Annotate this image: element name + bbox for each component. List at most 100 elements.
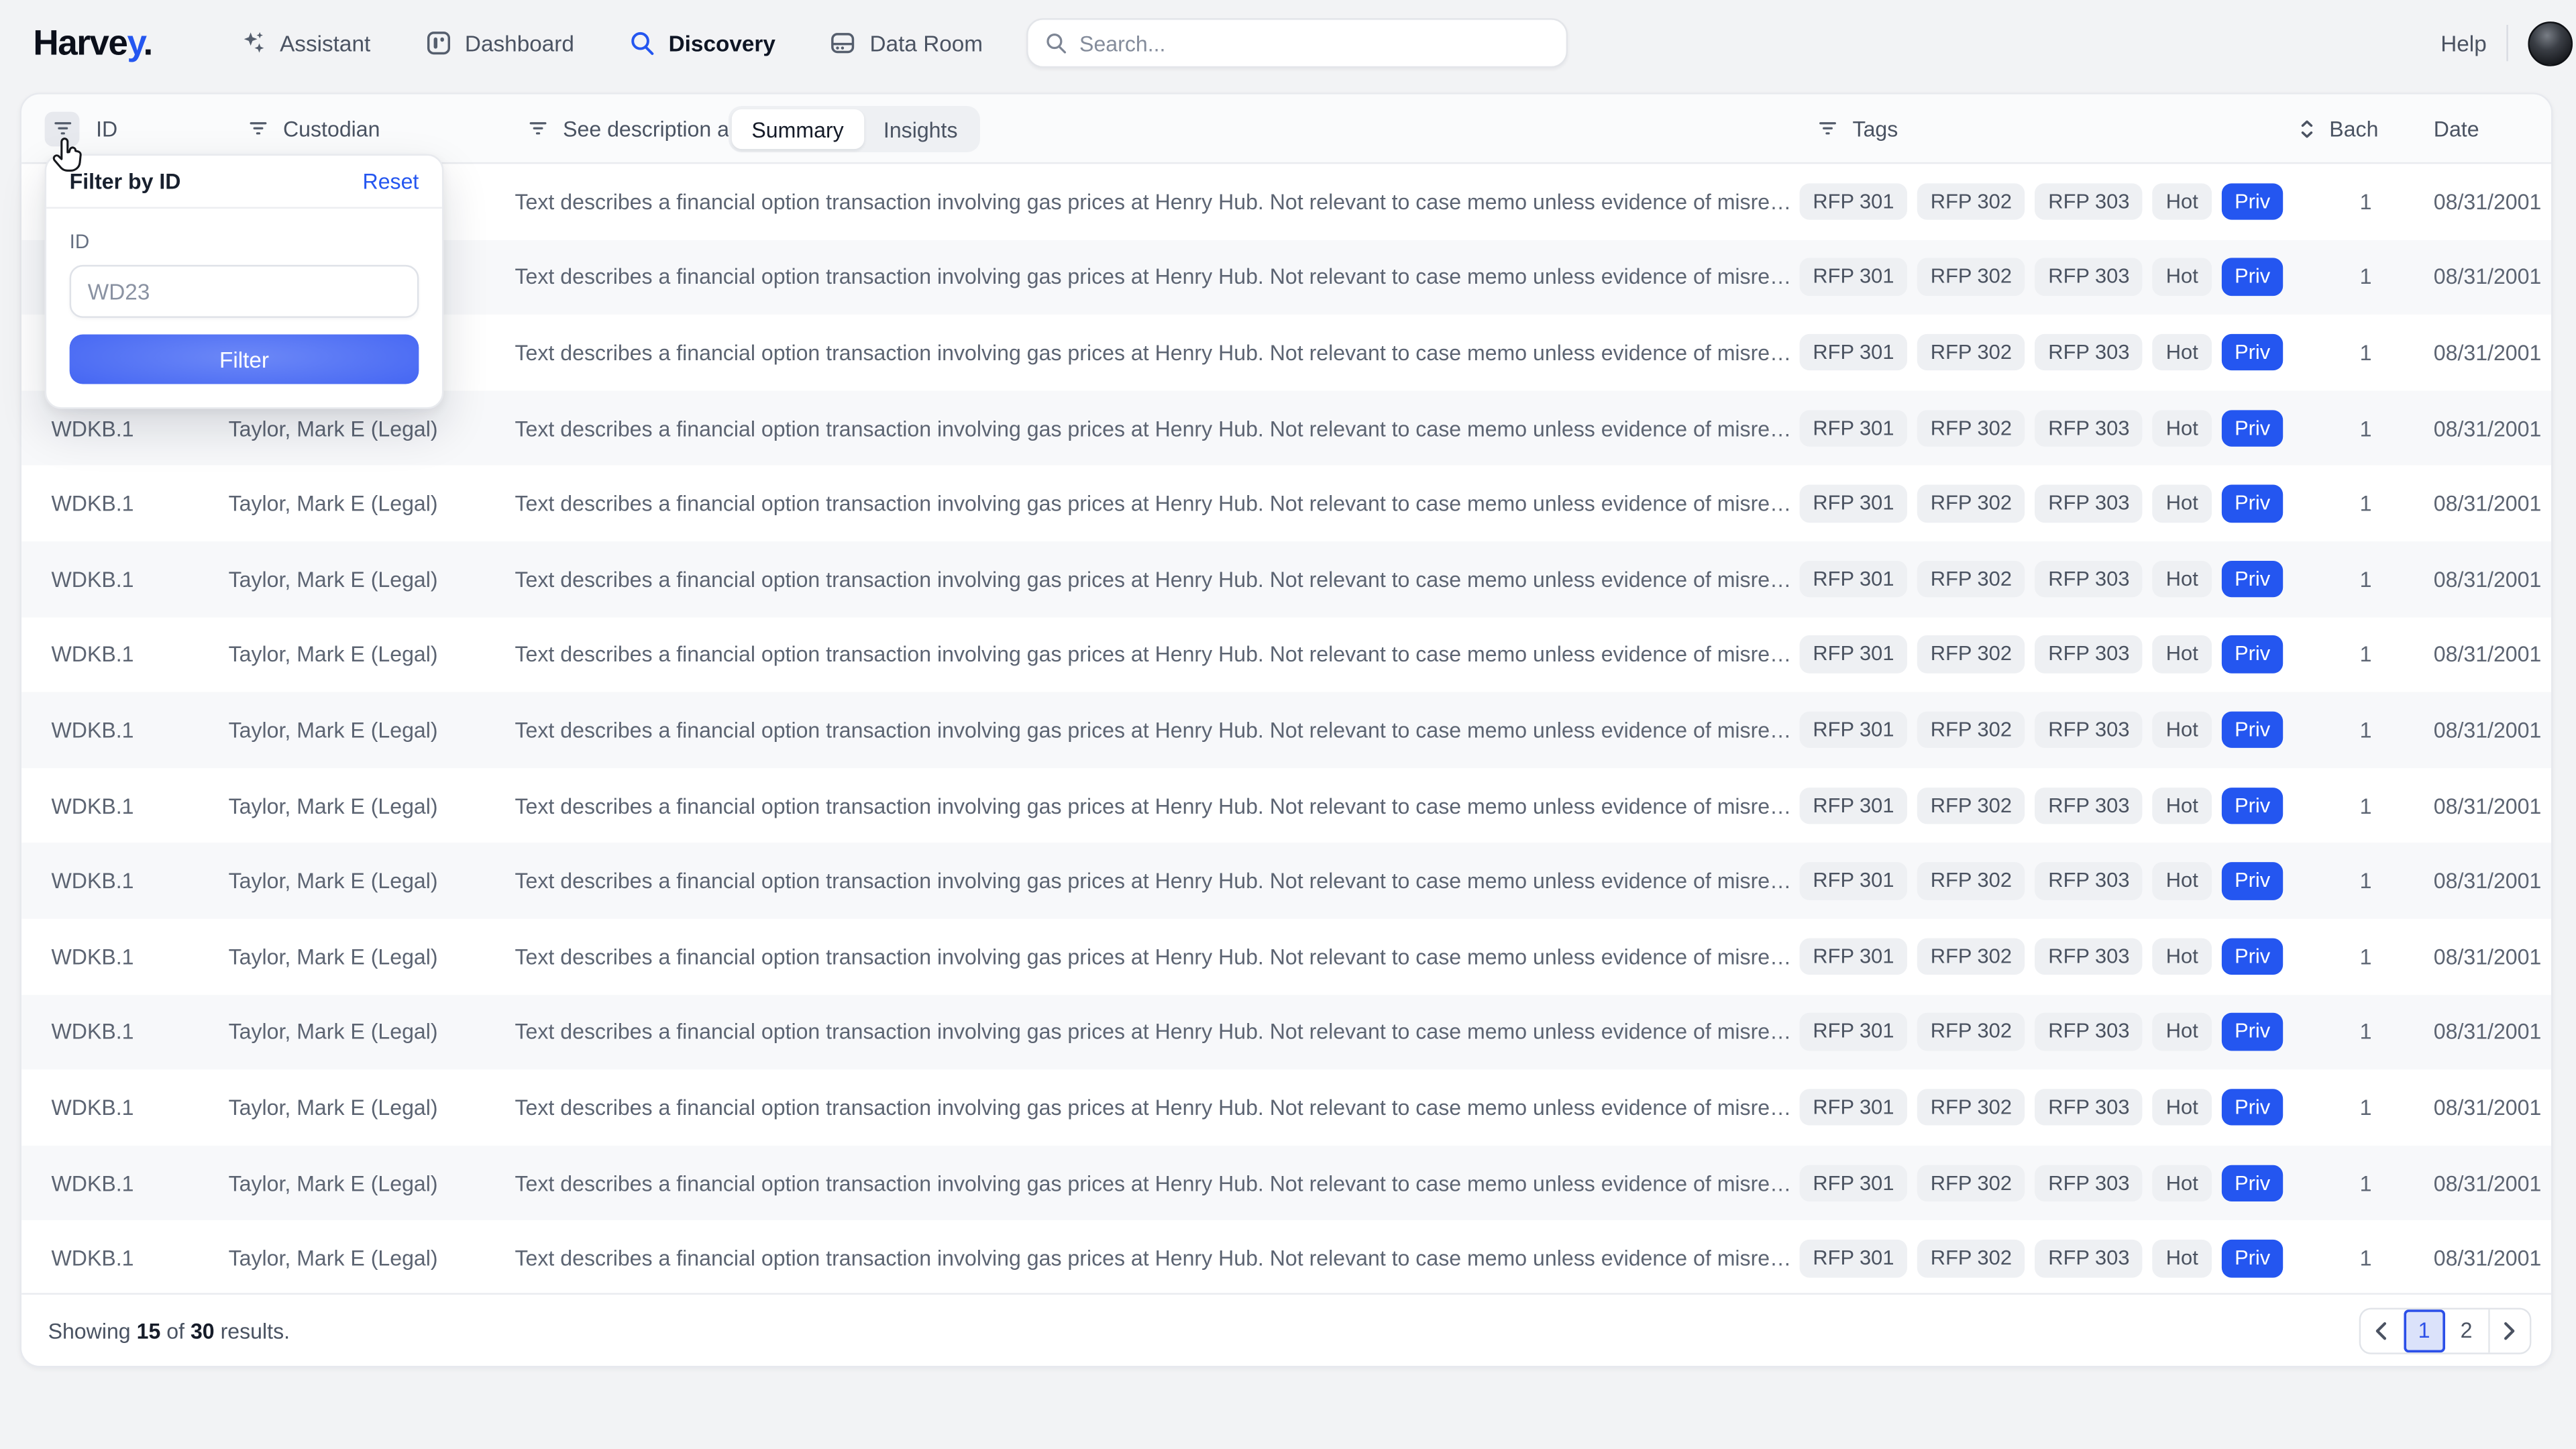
- tag-chip[interactable]: Hot: [2153, 1165, 2211, 1202]
- filter-button-description[interactable]: [520, 111, 555, 146]
- priv-tag-chip[interactable]: Priv: [2221, 1089, 2284, 1126]
- tag-chip[interactable]: RFP 303: [2035, 409, 2143, 447]
- priv-tag-chip[interactable]: Priv: [2221, 1240, 2284, 1277]
- priv-tag-chip[interactable]: Priv: [2221, 862, 2284, 900]
- tag-chip[interactable]: RFP 302: [1917, 711, 2025, 749]
- tab-insights[interactable]: Insights: [863, 109, 977, 149]
- priv-tag-chip[interactable]: Priv: [2221, 938, 2284, 975]
- priv-tag-chip[interactable]: Priv: [2221, 787, 2284, 824]
- tag-chip[interactable]: Hot: [2153, 1240, 2211, 1277]
- sort-button-batch[interactable]: [2293, 113, 2319, 143]
- priv-tag-chip[interactable]: Priv: [2221, 409, 2284, 447]
- harvey-logo[interactable]: Harvey.: [33, 23, 152, 65]
- prev-page-button[interactable]: [2361, 1309, 2403, 1352]
- priv-tag-chip[interactable]: Priv: [2221, 183, 2284, 221]
- help-link[interactable]: Help: [2440, 31, 2487, 56]
- avatar[interactable]: [2528, 21, 2573, 66]
- filter-button-tags[interactable]: [1809, 111, 1844, 146]
- table-row[interactable]: WDKB.1 Taylor, Mark E (Legal) Text descr…: [21, 466, 2551, 541]
- tag-chip[interactable]: Hot: [2153, 334, 2211, 372]
- id-filter-input[interactable]: [70, 265, 419, 318]
- tag-chip[interactable]: Hot: [2153, 938, 2211, 975]
- tag-chip[interactable]: RFP 302: [1917, 1165, 2025, 1202]
- tag-chip[interactable]: RFP 301: [1800, 1240, 1908, 1277]
- priv-tag-chip[interactable]: Priv: [2221, 711, 2284, 749]
- nav-item-assistant[interactable]: Assistant: [240, 30, 370, 56]
- tag-chip[interactable]: Hot: [2153, 862, 2211, 900]
- tag-chip[interactable]: RFP 303: [2035, 711, 2143, 749]
- tag-chip[interactable]: RFP 301: [1800, 409, 1908, 447]
- tag-chip[interactable]: RFP 301: [1800, 560, 1908, 598]
- tag-chip[interactable]: Hot: [2153, 1089, 2211, 1126]
- priv-tag-chip[interactable]: Priv: [2221, 1165, 2284, 1202]
- table-row[interactable]: WDKB.1 Taylor, Mark E (Legal) Text descr…: [21, 919, 2551, 995]
- tag-chip[interactable]: RFP 302: [1917, 1089, 2025, 1126]
- tag-chip[interactable]: RFP 303: [2035, 938, 2143, 975]
- tag-chip[interactable]: RFP 302: [1917, 787, 2025, 824]
- nav-item-dashboard[interactable]: Dashboard: [425, 30, 574, 56]
- tag-chip[interactable]: RFP 301: [1800, 711, 1908, 749]
- tag-chip[interactable]: RFP 303: [2035, 258, 2143, 296]
- tag-chip[interactable]: Hot: [2153, 409, 2211, 447]
- tag-chip[interactable]: Hot: [2153, 636, 2211, 674]
- page-1-button[interactable]: 1: [2403, 1309, 2445, 1352]
- filter-submit-button[interactable]: Filter: [70, 335, 419, 384]
- tag-chip[interactable]: Hot: [2153, 711, 2211, 749]
- tag-chip[interactable]: RFP 301: [1800, 485, 1908, 523]
- nav-item-discovery[interactable]: Discovery: [629, 30, 775, 56]
- priv-tag-chip[interactable]: Priv: [2221, 636, 2284, 674]
- tag-chip[interactable]: Hot: [2153, 485, 2211, 523]
- tag-chip[interactable]: RFP 301: [1800, 1089, 1908, 1126]
- table-row[interactable]: WDKB.1 Taylor, Mark E (Legal) Text descr…: [21, 541, 2551, 617]
- tag-chip[interactable]: RFP 301: [1800, 1014, 1908, 1051]
- tag-chip[interactable]: RFP 303: [2035, 1089, 2143, 1126]
- next-page-button[interactable]: [2487, 1309, 2530, 1352]
- tag-chip[interactable]: RFP 303: [2035, 334, 2143, 372]
- tag-chip[interactable]: RFP 302: [1917, 938, 2025, 975]
- tag-chip[interactable]: RFP 302: [1917, 862, 2025, 900]
- tag-chip[interactable]: Hot: [2153, 258, 2211, 296]
- tag-chip[interactable]: RFP 303: [2035, 1240, 2143, 1277]
- tag-chip[interactable]: RFP 301: [1800, 938, 1908, 975]
- table-row[interactable]: WDKB.1 Taylor, Mark E (Legal) Text descr…: [21, 1070, 2551, 1146]
- nav-item-data-room[interactable]: Data Room: [830, 30, 983, 56]
- tag-chip[interactable]: RFP 302: [1917, 485, 2025, 523]
- priv-tag-chip[interactable]: Priv: [2221, 1014, 2284, 1051]
- filter-button-id[interactable]: [45, 111, 80, 146]
- priv-tag-chip[interactable]: Priv: [2221, 485, 2284, 523]
- table-row[interactable]: WDKB.1 Taylor, Mark E (Legal) Text descr…: [21, 994, 2551, 1070]
- search-input[interactable]: [1079, 31, 1550, 56]
- tag-chip[interactable]: RFP 301: [1800, 183, 1908, 221]
- tag-chip[interactable]: RFP 302: [1917, 409, 2025, 447]
- tag-chip[interactable]: RFP 303: [2035, 1165, 2143, 1202]
- tag-chip[interactable]: RFP 302: [1917, 1014, 2025, 1051]
- tab-summary[interactable]: Summary: [732, 109, 864, 149]
- tag-chip[interactable]: RFP 303: [2035, 560, 2143, 598]
- tag-chip[interactable]: RFP 302: [1917, 1240, 2025, 1277]
- filter-button-custodian[interactable]: [240, 111, 275, 146]
- reset-button[interactable]: Reset: [363, 169, 419, 194]
- tag-chip[interactable]: RFP 301: [1800, 258, 1908, 296]
- tag-chip[interactable]: RFP 303: [2035, 636, 2143, 674]
- page-2-button[interactable]: 2: [2445, 1309, 2487, 1352]
- tag-chip[interactable]: RFP 303: [2035, 183, 2143, 221]
- tag-chip[interactable]: Hot: [2153, 560, 2211, 598]
- tag-chip[interactable]: RFP 302: [1917, 183, 2025, 221]
- tag-chip[interactable]: Hot: [2153, 787, 2211, 824]
- tag-chip[interactable]: RFP 302: [1917, 258, 2025, 296]
- tag-chip[interactable]: Hot: [2153, 183, 2211, 221]
- tag-chip[interactable]: RFP 301: [1800, 787, 1908, 824]
- table-row[interactable]: WDKB.1 Taylor, Mark E (Legal) Text descr…: [21, 1145, 2551, 1221]
- priv-tag-chip[interactable]: Priv: [2221, 560, 2284, 598]
- tag-chip[interactable]: RFP 301: [1800, 1165, 1908, 1202]
- tag-chip[interactable]: RFP 302: [1917, 560, 2025, 598]
- tag-chip[interactable]: RFP 301: [1800, 334, 1908, 372]
- tag-chip[interactable]: RFP 302: [1917, 636, 2025, 674]
- tag-chip[interactable]: RFP 301: [1800, 862, 1908, 900]
- priv-tag-chip[interactable]: Priv: [2221, 258, 2284, 296]
- tag-chip[interactable]: RFP 303: [2035, 787, 2143, 824]
- table-row[interactable]: WDKB.1 Taylor, Mark E (Legal) Text descr…: [21, 616, 2551, 692]
- tag-chip[interactable]: RFP 303: [2035, 485, 2143, 523]
- table-row[interactable]: WDKB.1 Taylor, Mark E (Legal) Text descr…: [21, 767, 2551, 843]
- table-row[interactable]: WDKB.1 Taylor, Mark E (Legal) Text descr…: [21, 1221, 2551, 1297]
